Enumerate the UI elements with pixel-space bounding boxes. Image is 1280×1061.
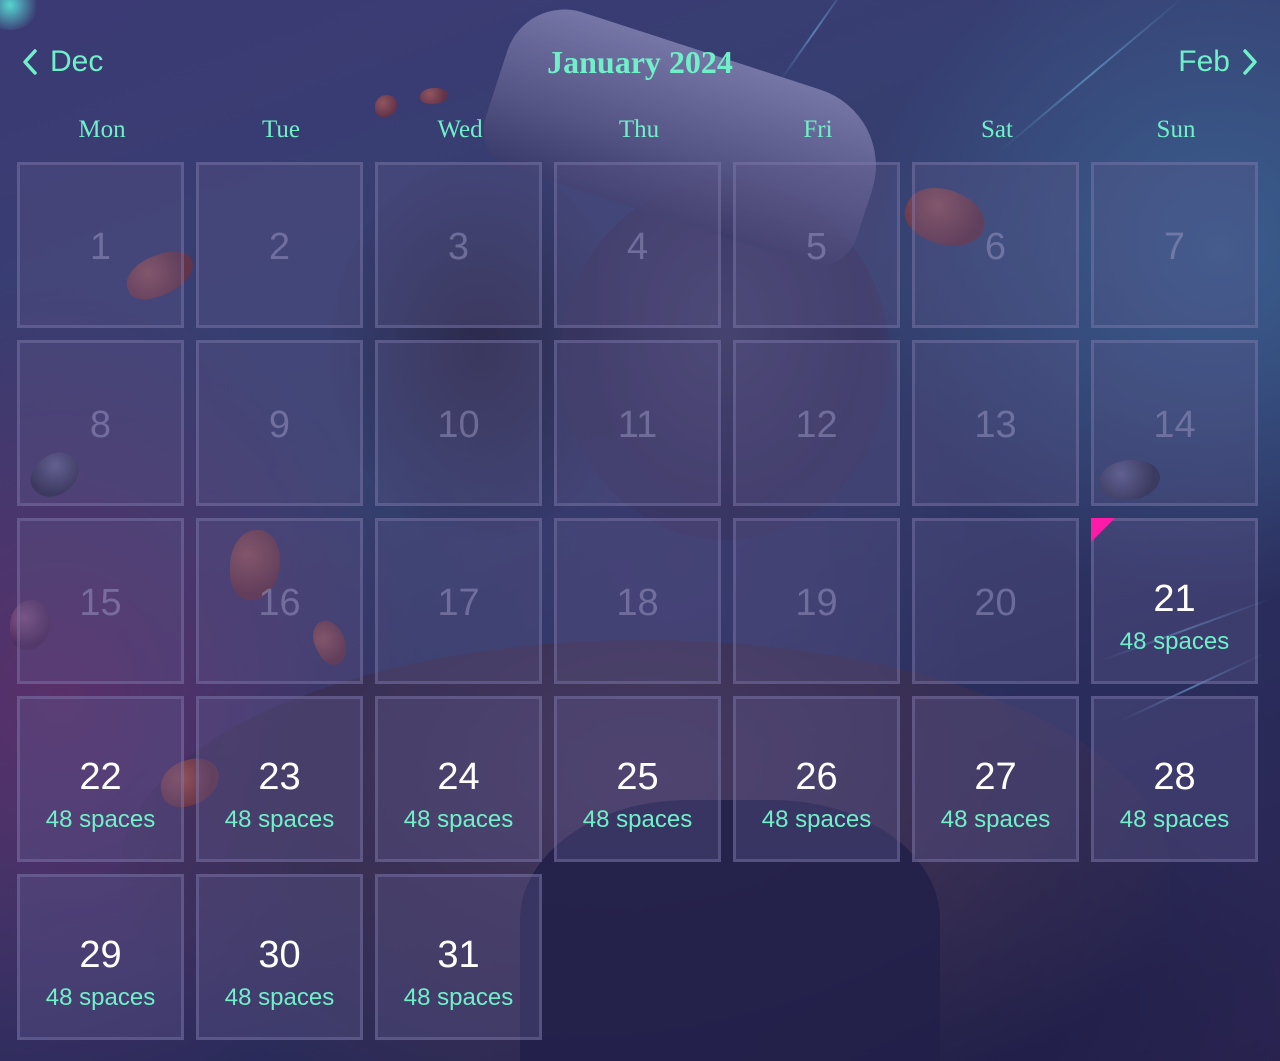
day-cell-past: 8 xyxy=(17,340,184,506)
day-number: 17 xyxy=(437,582,480,624)
day-cell-past: 3 xyxy=(375,162,542,328)
day-cell-past: 12 xyxy=(733,340,900,506)
weekday-label: Mon xyxy=(78,116,126,143)
spaces-available: 48 spaces xyxy=(940,806,1051,833)
day-cell-past: 4 xyxy=(554,162,721,328)
day-number: 2 xyxy=(268,226,291,268)
day-cell-past: 1 xyxy=(17,162,184,328)
spaces-available: 48 spaces xyxy=(403,806,514,833)
day-number: 18 xyxy=(616,582,659,624)
spaces-available: 48 spaces xyxy=(582,806,693,833)
day-number: 21 xyxy=(1153,578,1196,620)
day-cell-past: 20 xyxy=(912,518,1079,684)
day-number: 6 xyxy=(984,226,1007,268)
day-cell-past: 9 xyxy=(196,340,363,506)
weekday-header: Mon Tue Wed Thu Fri Sat Sun xyxy=(17,110,1267,150)
spaces-available: 48 spaces xyxy=(45,984,156,1011)
day-cell-past: 13 xyxy=(912,340,1079,506)
day-cell-past: 16 xyxy=(196,518,363,684)
day-number: 13 xyxy=(974,404,1017,446)
day-number: 8 xyxy=(89,404,112,446)
day-number: 31 xyxy=(437,934,480,976)
spaces-available: 48 spaces xyxy=(1119,806,1230,833)
day-cell[interactable]: 24 48 spaces xyxy=(375,696,542,862)
day-number: 24 xyxy=(437,756,480,798)
day-cell[interactable]: 27 48 spaces xyxy=(912,696,1079,862)
day-number: 25 xyxy=(616,756,659,798)
spaces-available: 48 spaces xyxy=(45,806,156,833)
weekday-label: Wed xyxy=(437,116,483,143)
day-cell[interactable]: 28 48 spaces xyxy=(1091,696,1258,862)
day-number: 12 xyxy=(795,404,838,446)
day-number: 16 xyxy=(258,582,301,624)
day-number: 15 xyxy=(79,582,122,624)
day-number: 7 xyxy=(1163,226,1186,268)
weekday-label: Fri xyxy=(803,116,833,143)
day-cell[interactable]: 29 48 spaces xyxy=(17,874,184,1040)
spaces-available: 48 spaces xyxy=(1119,628,1230,655)
day-number: 11 xyxy=(617,404,658,446)
day-number: 30 xyxy=(258,934,301,976)
day-cell[interactable]: 26 48 spaces xyxy=(733,696,900,862)
day-cell-past: 14 xyxy=(1091,340,1258,506)
month-title: January 2024 xyxy=(547,44,733,80)
weekday-label: Sat xyxy=(981,116,1013,143)
day-number: 10 xyxy=(437,404,480,446)
weekday-label: Sun xyxy=(1156,116,1196,143)
day-cell-past: 11 xyxy=(554,340,721,506)
day-cell-past: 5 xyxy=(733,162,900,328)
spaces-available: 48 spaces xyxy=(761,806,872,833)
day-cell-today[interactable]: 21 48 spaces xyxy=(1091,518,1258,684)
day-number: 26 xyxy=(795,756,838,798)
day-number: 1 xyxy=(89,226,112,268)
day-cell-past: 15 xyxy=(17,518,184,684)
day-cell[interactable]: 31 48 spaces xyxy=(375,874,542,1040)
spaces-available: 48 spaces xyxy=(403,984,514,1011)
day-number: 3 xyxy=(447,226,470,268)
spaces-available: 48 spaces xyxy=(224,806,335,833)
day-number: 14 xyxy=(1153,404,1196,446)
day-number: 27 xyxy=(974,756,1017,798)
day-cell-past: 7 xyxy=(1091,162,1258,328)
day-cell[interactable]: 23 48 spaces xyxy=(196,696,363,862)
day-cell-past: 17 xyxy=(375,518,542,684)
day-number: 23 xyxy=(258,756,301,798)
day-cell[interactable]: 25 48 spaces xyxy=(554,696,721,862)
day-number: 22 xyxy=(79,756,122,798)
day-cell[interactable]: 22 48 spaces xyxy=(17,696,184,862)
calendar: Dec January 2024 Feb Mon Tue Wed Thu Fri… xyxy=(0,0,1280,1061)
spaces-available: 48 spaces xyxy=(224,984,335,1011)
day-number: 9 xyxy=(268,404,291,446)
weekday-label: Thu xyxy=(618,116,660,143)
day-cell-past: 18 xyxy=(554,518,721,684)
day-number: 4 xyxy=(626,226,649,268)
day-cell-past: 10 xyxy=(375,340,542,506)
chevron-right-icon xyxy=(1243,49,1257,75)
day-cell[interactable]: 30 48 spaces xyxy=(196,874,363,1040)
today-marker xyxy=(1091,518,1115,542)
day-number: 28 xyxy=(1153,756,1196,798)
day-cell-past: 6 xyxy=(912,162,1079,328)
day-number: 20 xyxy=(974,582,1017,624)
weekday-label: Tue xyxy=(262,116,300,143)
day-cell-past: 2 xyxy=(196,162,363,328)
day-cell-past: 19 xyxy=(733,518,900,684)
next-month-label: Feb xyxy=(1178,45,1230,78)
next-month-button[interactable]: Feb xyxy=(1178,40,1260,84)
day-number: 5 xyxy=(805,226,828,268)
day-number: 29 xyxy=(79,934,122,976)
day-number: 19 xyxy=(795,582,838,624)
